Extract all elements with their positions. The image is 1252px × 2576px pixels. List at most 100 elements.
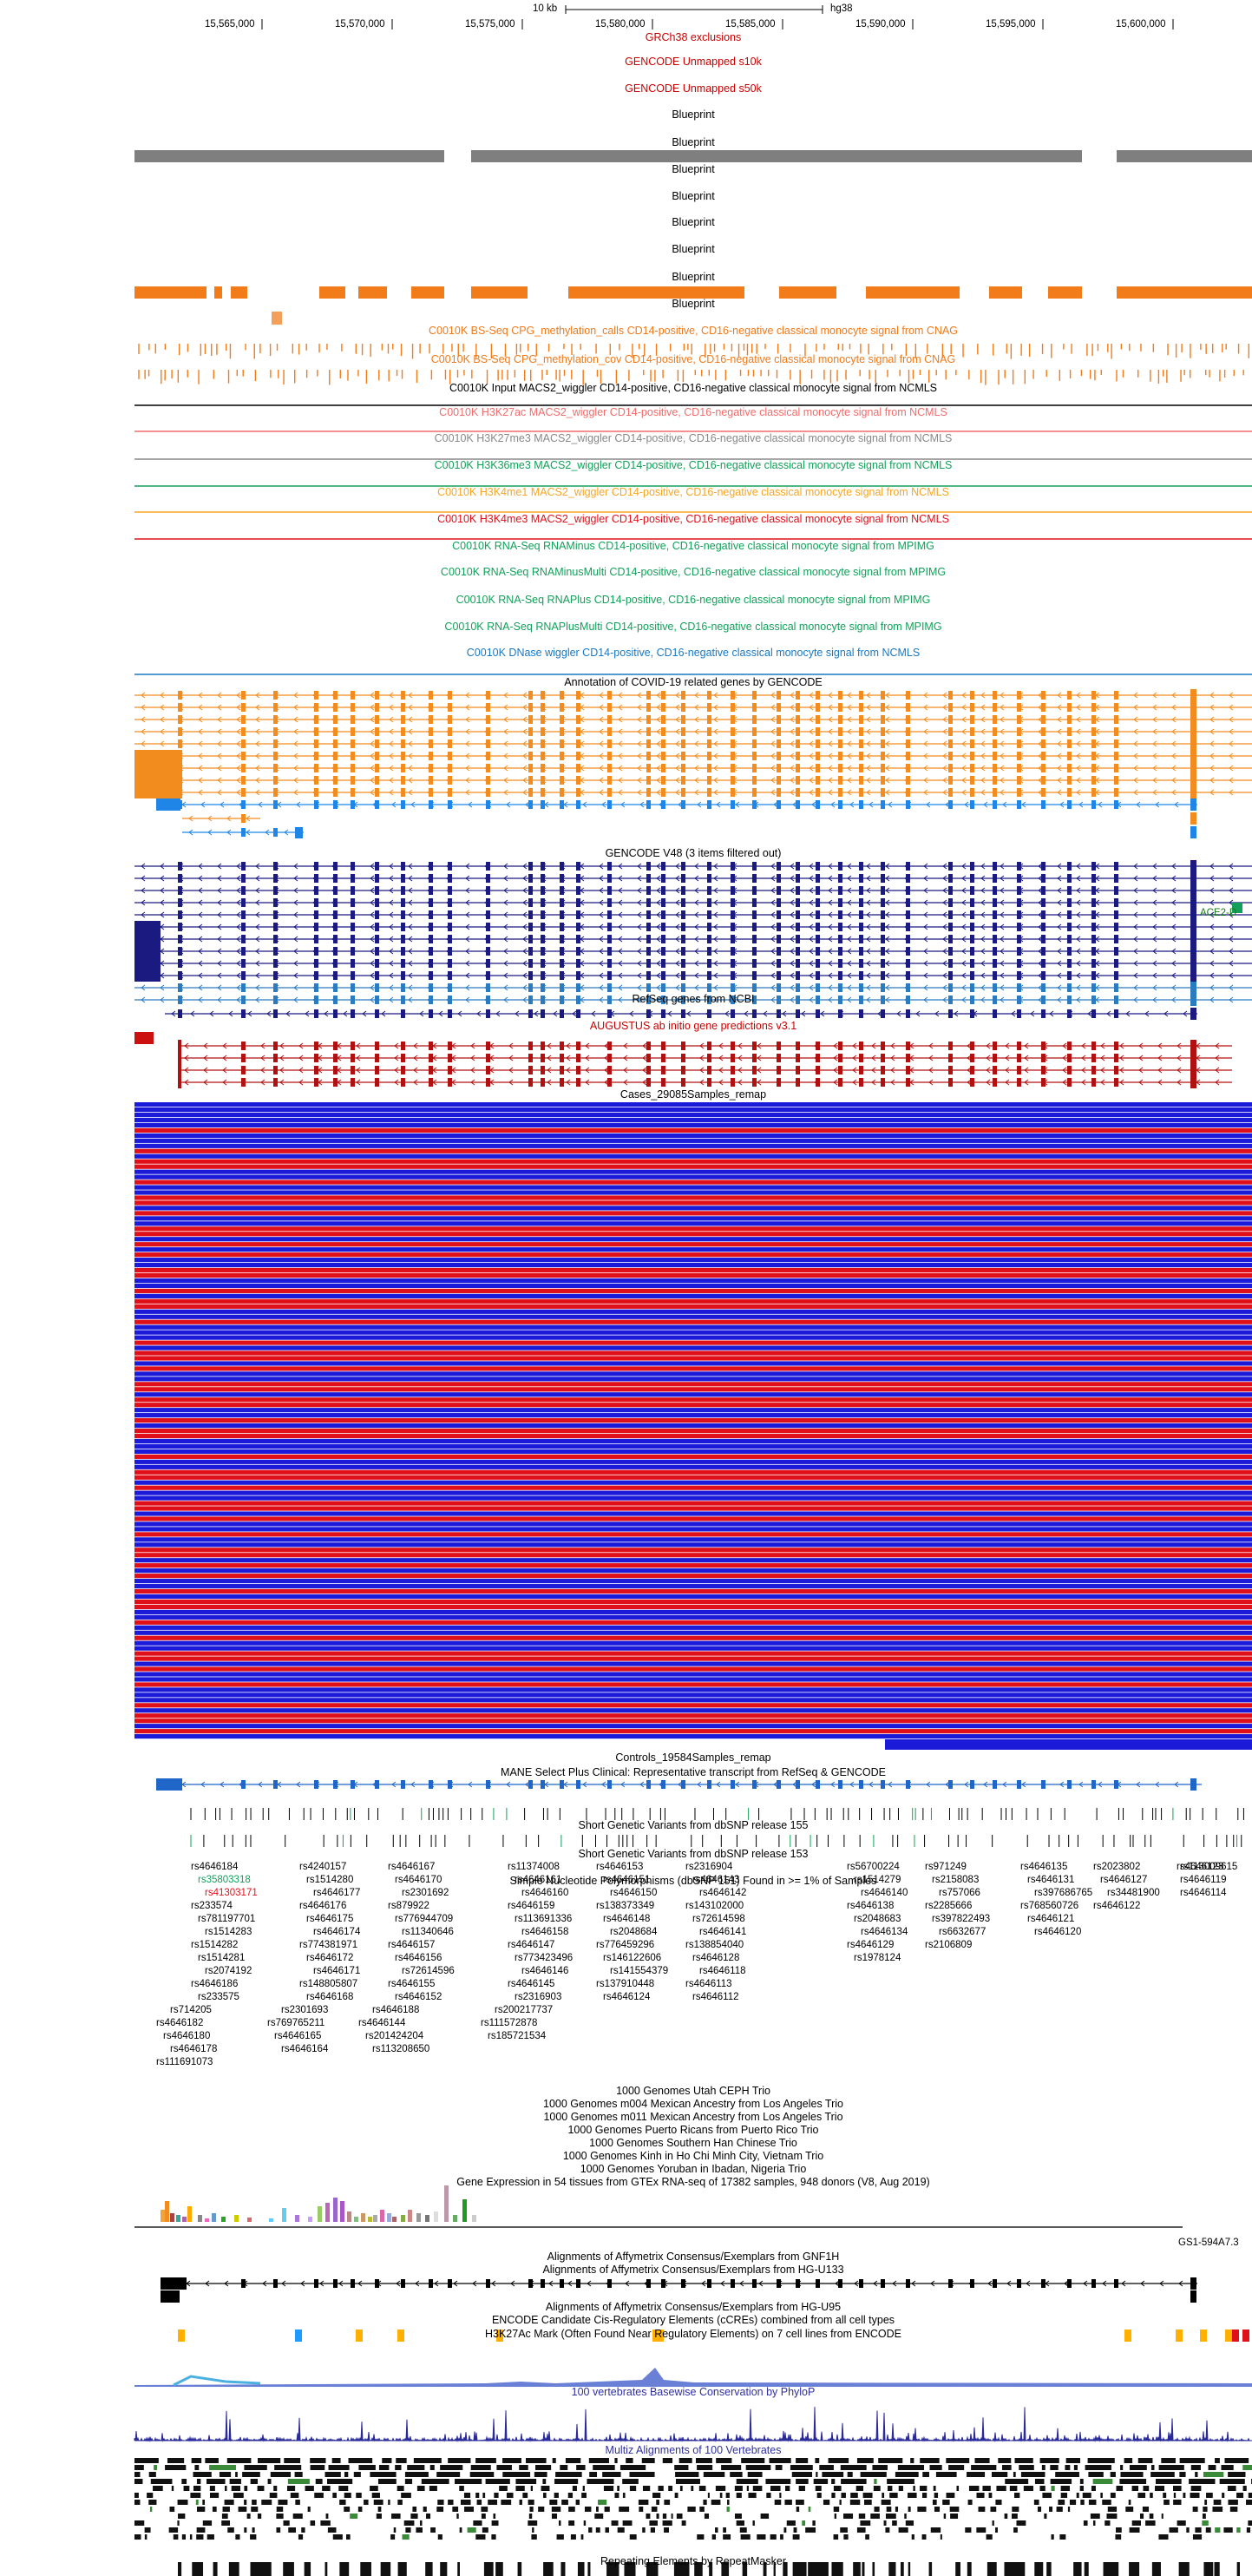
track-title[interactable]: 1000 Genomes Southern Han Chinese Trio	[589, 2137, 797, 2149]
track-title[interactable]: Annotation of COVID-19 related genes by …	[564, 676, 822, 688]
track-title[interactable]: GENCODE Unmapped s50k	[625, 82, 762, 95]
snp-label[interactable]: rs4646178	[170, 2044, 217, 2054]
track-title[interactable]: C0010K BS-Seq CPG_methylation_cov CD14-p…	[431, 353, 955, 365]
snp-label[interactable]: rs4646119	[1180, 1875, 1227, 1885]
track-title[interactable]: 1000 Genomes Utah CEPH Trio	[616, 2085, 770, 2097]
track-title[interactable]: GRCh38 exclusions	[646, 31, 741, 43]
track-title[interactable]: Gene Expression in 54 tissues from GTEx …	[456, 2176, 929, 2188]
track-title[interactable]: RefSeq genes from NCBI	[632, 993, 754, 1005]
track-title[interactable]: Multiz Alignments of 100 Vertebrates	[606, 2444, 782, 2456]
snp-label[interactable]: rs714205	[170, 2005, 212, 2015]
snp-label[interactable]: rs4646180	[163, 2031, 210, 2041]
track-title[interactable]: MANE Select Plus Clinical: Representativ…	[501, 1766, 886, 1778]
track-title[interactable]: C0010K BS-Seq CPG_methylation_calls CD14…	[429, 325, 958, 337]
snp-label[interactable]: rs4646144	[358, 2018, 405, 2028]
track-title[interactable]: 1000 Genomes m004 Mexican Ancestry from …	[543, 2098, 843, 2110]
snp-label[interactable]: rs4646118	[699, 1966, 746, 1976]
snp-label[interactable]: rs4646170	[395, 1875, 442, 1885]
track-title[interactable]: C0010K H3K27ac MACS2_wiggler CD14-positi…	[439, 406, 947, 418]
snp-label[interactable]: rs1514279	[854, 1875, 901, 1885]
snp-label[interactable]: rs2301693	[281, 2005, 328, 2015]
snp-label[interactable]: rs4646155	[388, 1979, 435, 1989]
snp-label[interactable]: rs4646112	[692, 1992, 739, 2002]
snp-label[interactable]: rs34481900	[1107, 1888, 1160, 1898]
snp-label[interactable]: rs72614596	[402, 1966, 455, 1976]
snp-label[interactable]: rs776944709	[395, 1914, 453, 1924]
snp-label[interactable]: rs72614598	[692, 1914, 745, 1924]
track-title[interactable]: C0010K RNA-Seq RNAPlusMulti CD14-positiv…	[444, 621, 941, 633]
snp-label[interactable]: rs1514281	[198, 1953, 245, 1963]
snp-label[interactable]: rs2048683	[854, 1914, 901, 1924]
snp-label[interactable]: rs233575	[198, 1992, 239, 2002]
snp-label[interactable]: rs1514283	[205, 1927, 252, 1937]
track-title[interactable]: Short Genetic Variants from dbSNP releas…	[579, 1848, 809, 1860]
track-title[interactable]: C0010K Input MACS2_wiggler CD14-positive…	[449, 382, 937, 394]
snp-label[interactable]: rs4646153	[596, 1862, 643, 1872]
snp-label[interactable]: rs2106809	[925, 1940, 972, 1950]
snp-label[interactable]: rs2316903	[515, 1992, 561, 2002]
snp-label[interactable]: rs2285666	[925, 1901, 972, 1911]
snp-label[interactable]: rs4646135	[1020, 1862, 1067, 1872]
snp-label[interactable]: rs4646177	[313, 1888, 360, 1898]
track-title[interactable]: C0010K H3K36me3 MACS2_wiggler CD14-posit…	[435, 459, 953, 471]
track-title[interactable]: Blueprint	[672, 298, 714, 310]
track-title[interactable]: C0010K H3K4me3 MACS2_wiggler CD14-positi…	[437, 513, 949, 525]
snp-label[interactable]: rs148805807	[299, 1979, 357, 1989]
snp-label[interactable]: rs111691073	[156, 2057, 213, 2067]
snp-label[interactable]: rs1514280	[306, 1875, 353, 1885]
snp-label[interactable]: rs4646175	[306, 1914, 353, 1924]
track-title[interactable]: H3K27Ac Mark (Often Found Near Regulator…	[485, 2328, 901, 2340]
track-title[interactable]: ENCODE Candidate Cis-Regulatory Elements…	[492, 2314, 895, 2326]
snp-label[interactable]: rs11340646	[402, 1927, 454, 1937]
snp-label[interactable]: rs4646143	[692, 1875, 739, 1885]
track-title[interactable]: Cases_29085Samples_remap	[620, 1088, 766, 1101]
snp-label[interactable]: rs113009615	[1180, 1862, 1237, 1872]
snp-label[interactable]: rs11374008	[508, 1862, 560, 1872]
snp-label[interactable]: rs56700224	[847, 1862, 900, 1872]
snp-label[interactable]: rs4646188	[372, 2005, 419, 2015]
snp-label[interactable]: rs757066	[939, 1888, 980, 1898]
snp-label[interactable]: rs4646124	[603, 1992, 650, 2002]
snp-label[interactable]: rs4646140	[861, 1888, 908, 1898]
snp-label[interactable]: rs4646146	[521, 1966, 568, 1976]
snp-label[interactable]: rs4646150	[610, 1888, 657, 1898]
snp-label[interactable]: rs2074192	[205, 1966, 252, 1976]
snp-label[interactable]: rs113208650	[372, 2044, 429, 2054]
snp-label[interactable]: rs4646156	[395, 1953, 442, 1963]
snp-label[interactable]: rs4646141	[699, 1927, 746, 1937]
snp-label[interactable]: rs2158083	[932, 1875, 979, 1885]
snp-label[interactable]: rs4646160	[521, 1888, 568, 1898]
snp-label[interactable]: rs4646159	[508, 1901, 554, 1911]
track-title[interactable]: 100 vertebrates Basewise Conservation by…	[572, 2386, 816, 2398]
track-title[interactable]: Blueprint	[672, 216, 714, 228]
track-title[interactable]: C0010K H3K4me1 MACS2_wiggler CD14-positi…	[437, 486, 949, 498]
snp-label[interactable]: rs4646158	[521, 1927, 568, 1937]
snp-label[interactable]: rs781197701	[198, 1914, 255, 1924]
snp-label[interactable]: rs4646161	[515, 1875, 561, 1885]
snp-label[interactable]: rs141554379	[610, 1966, 668, 1976]
track-title[interactable]: GENCODE V48 (3 items filtered out)	[606, 847, 782, 859]
track-title[interactable]: 1000 Genomes Puerto Ricans from Puerto R…	[567, 2124, 818, 2136]
track-title[interactable]: C0010K H3K27me3 MACS2_wiggler CD14-posit…	[435, 432, 953, 444]
snp-label[interactable]: rs4646134	[861, 1927, 908, 1937]
snp-label[interactable]: rs4646167	[388, 1862, 435, 1872]
snp-label[interactable]: rs4646113	[685, 1979, 732, 1989]
snp-label[interactable]: rs2316904	[685, 1862, 732, 1872]
track-title[interactable]: Short Genetic Variants from dbSNP releas…	[579, 1819, 809, 1831]
snp-label[interactable]: rs397822493	[932, 1914, 990, 1924]
track-title[interactable]: Blueprint	[672, 190, 714, 202]
snp-label[interactable]: rs4646186	[191, 1979, 238, 1989]
snp-label[interactable]: rs1978124	[854, 1953, 901, 1963]
snp-label[interactable]: rs4646122	[1093, 1901, 1140, 1911]
track-title[interactable]: Blueprint	[672, 136, 714, 148]
snp-label[interactable]: rs4646151	[603, 1875, 650, 1885]
snp-label[interactable]: rs1514282	[191, 1940, 238, 1950]
snp-label[interactable]: rs2023802	[1093, 1862, 1140, 1872]
track-title[interactable]: Blueprint	[672, 108, 714, 121]
snp-label[interactable]: rs4646152	[395, 1992, 442, 2002]
snp-label[interactable]: rs6632677	[939, 1927, 986, 1937]
track-title[interactable]: Alignments of Affymetrix Consensus/Exemp…	[547, 2251, 840, 2263]
snp-label[interactable]: rs769765211	[267, 2018, 324, 2028]
snp-label[interactable]: rs201424204	[365, 2031, 423, 2041]
track-title[interactable]: Blueprint	[672, 163, 714, 175]
